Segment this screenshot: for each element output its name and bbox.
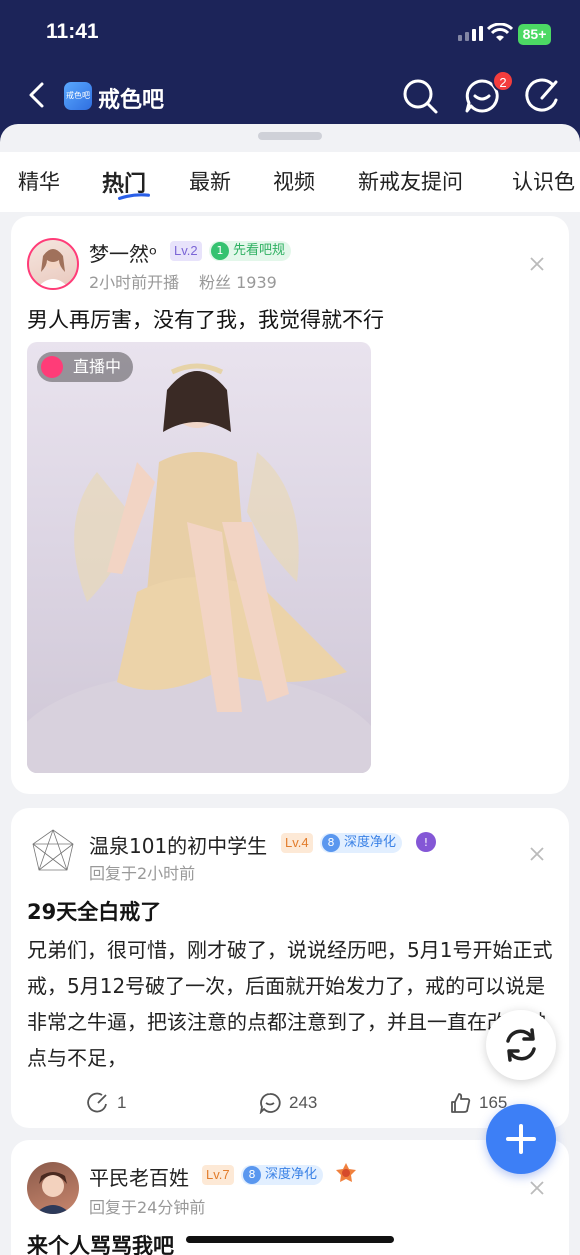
new-post-button[interactable] bbox=[486, 1104, 556, 1174]
search-icon[interactable] bbox=[400, 76, 440, 116]
post-meta-time: 2小时前开播 bbox=[89, 273, 180, 292]
status-bar: 11:41 85+ bbox=[0, 0, 580, 62]
live-stream-thumbnail[interactable]: 直播中 bbox=[27, 342, 371, 773]
level-badge: Lv.4 bbox=[281, 833, 313, 853]
medal-icon: ! bbox=[416, 832, 436, 852]
post-card[interactable]: 梦一然ᵒ Lv.2 1 先看吧规 2小时前开播 粉丝 1939 男人再厉害，没有… bbox=[11, 216, 569, 794]
post-meta: 回复于2小时前 bbox=[89, 864, 196, 883]
post-card[interactable]: 温泉101的初中学生 Lv.4 8 深度净化 ! 回复于2小时前 29天全白戒了… bbox=[11, 808, 569, 1128]
level-badge: Lv.2 bbox=[170, 241, 202, 261]
username[interactable]: 平民老百姓 bbox=[89, 1162, 189, 1191]
back-icon[interactable] bbox=[24, 80, 52, 110]
post-meta: 回复于24分钟前 bbox=[89, 1198, 206, 1217]
battery-indicator: 85+ bbox=[518, 24, 551, 45]
live-stream-image bbox=[27, 363, 371, 773]
member-tag: 8 深度净化 bbox=[241, 1165, 324, 1185]
forum-logo: 戒色吧 bbox=[64, 82, 92, 110]
share-icon bbox=[87, 1092, 107, 1113]
refresh-icon bbox=[506, 1028, 536, 1062]
share-button[interactable]: 1 bbox=[87, 1092, 126, 1114]
tab-video[interactable]: 视频 bbox=[273, 166, 315, 196]
avatar[interactable] bbox=[27, 238, 79, 290]
refresh-button[interactable] bbox=[486, 1010, 556, 1080]
wifi-icon bbox=[487, 23, 513, 41]
share-count: 1 bbox=[117, 1093, 127, 1112]
compose-icon[interactable] bbox=[522, 76, 562, 116]
comment-button[interactable]: 243 bbox=[259, 1092, 317, 1114]
username[interactable]: 梦一然ᵒ bbox=[89, 238, 157, 267]
forum-name[interactable]: 戒色吧 bbox=[98, 82, 164, 114]
notification-badge: 2 bbox=[492, 70, 514, 92]
avatar[interactable] bbox=[27, 1162, 79, 1214]
tab-understand[interactable]: 认识色 bbox=[512, 166, 575, 196]
content-sheet: 精华 热门 最新 视频 新戒友提问 认识色 梦一然ᵒ Lv.2 1 先看吧规 2… bbox=[0, 124, 580, 1255]
tab-featured[interactable]: 精华 bbox=[18, 166, 60, 196]
active-tab-indicator bbox=[118, 193, 150, 200]
sheet-handle[interactable] bbox=[258, 132, 322, 140]
status-time: 11:41 bbox=[46, 20, 99, 43]
thumbs-up-icon bbox=[451, 1093, 471, 1113]
plus-icon bbox=[506, 1124, 536, 1154]
comment-icon bbox=[259, 1093, 281, 1114]
signal-icon bbox=[458, 26, 483, 41]
close-icon[interactable] bbox=[529, 1180, 545, 1196]
tab-latest[interactable]: 最新 bbox=[189, 166, 231, 196]
username[interactable]: 温泉101的初中学生 bbox=[89, 830, 267, 859]
tab-bar: 精华 热门 最新 视频 新戒友提问 认识色 bbox=[0, 152, 580, 212]
comment-count: 243 bbox=[289, 1093, 318, 1112]
post-meta-fans: 粉丝 1939 bbox=[199, 273, 277, 292]
post-body[interactable]: 兄弟们，很可惜，刚才破了，说说经历吧，5月1号开始正式戒，5月12号破了一次，后… bbox=[27, 932, 555, 1076]
home-indicator[interactable] bbox=[186, 1236, 394, 1243]
top-bar: 戒色吧 戒色吧 2 bbox=[0, 62, 580, 128]
level-badge: Lv.7 bbox=[202, 1165, 234, 1185]
close-icon[interactable] bbox=[529, 256, 545, 272]
post-title[interactable]: 来个人骂骂我吧 bbox=[27, 1230, 174, 1255]
post-title[interactable]: 29天全白戒了 bbox=[27, 896, 161, 926]
live-icon bbox=[41, 356, 63, 378]
tab-newbie-questions[interactable]: 新戒友提问 bbox=[358, 166, 463, 196]
live-badge: 直播中 bbox=[37, 352, 134, 382]
member-tag: 8 深度净化 bbox=[320, 833, 403, 853]
medal-icon bbox=[336, 1163, 356, 1182]
close-icon[interactable] bbox=[529, 846, 545, 862]
post-title[interactable]: 男人再厉害，没有了我，我觉得就不行 bbox=[27, 304, 384, 334]
avatar[interactable] bbox=[27, 826, 79, 878]
member-tag: 1 先看吧规 bbox=[209, 241, 292, 261]
svg-text:!: ! bbox=[424, 836, 428, 849]
